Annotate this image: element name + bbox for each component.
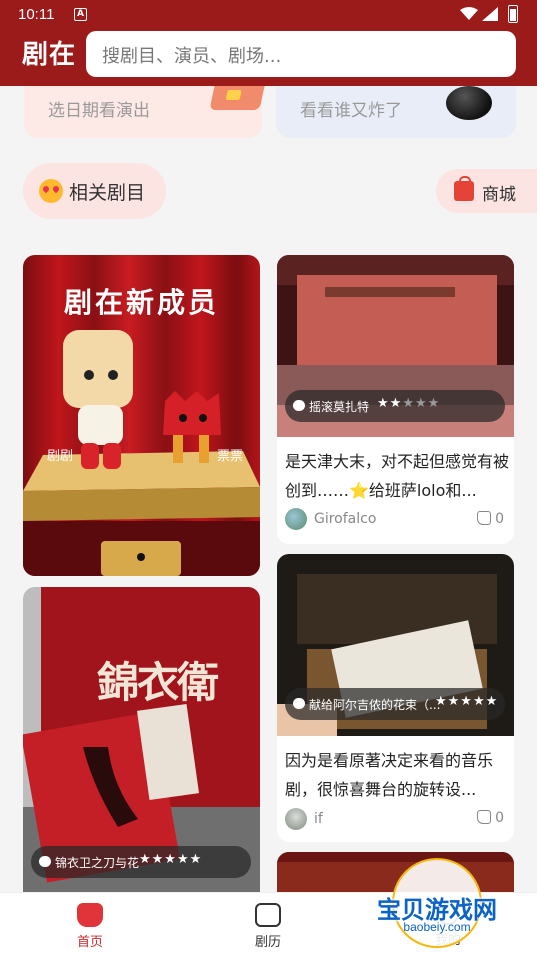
tab-related-shows[interactable]: 相关剧目 (23, 163, 166, 219)
thumbs-up-icon (477, 810, 492, 824)
avatar (285, 808, 307, 830)
comment-bubble-icon (293, 400, 305, 411)
shop-label: 商城 (482, 185, 516, 205)
status-bar: 10:11 A (0, 0, 537, 30)
nav-label: 剧历 (254, 935, 281, 950)
star-rating-empty: ★★★ (402, 396, 441, 411)
show-tag[interactable]: 献给阿尔吉侬的花束（... ★★★★★ (285, 688, 505, 720)
mascot-label-left: 剧剧 (47, 449, 74, 464)
feed-card-review[interactable]: 献给阿尔吉侬的花束（... ★★★★★ 因为是看原著决定来看的音乐剧，很惊喜舞台… (277, 554, 514, 842)
wifi-icon (460, 7, 478, 20)
quick-entry-trending[interactable]: 看看谁又炸了 (276, 86, 516, 138)
battery-icon (508, 5, 518, 23)
like-count: 0 (495, 810, 504, 826)
comment-bubble-icon (293, 698, 305, 709)
calendar-icon (255, 903, 281, 927)
author[interactable]: Girofalco (285, 508, 445, 532)
banner-title: 剧在新成员 (63, 286, 219, 319)
signal-icon (482, 7, 498, 21)
app-header: 10:11 A 剧在 搜剧目、演员、剧场... (0, 0, 537, 86)
carousel-dot (137, 553, 145, 561)
bomb-icon (446, 86, 492, 120)
author-name: if (314, 811, 323, 827)
author-name: Girofalco (314, 511, 377, 527)
star-rating: ★★★★★ (139, 852, 203, 867)
quick-entry-label: 选日期看演出 (48, 101, 150, 121)
like-count: 0 (495, 511, 504, 527)
quick-entry-label: 看看谁又炸了 (300, 101, 402, 121)
status-time: 10:11 (18, 6, 55, 23)
shop-button[interactable]: 商城 (436, 169, 537, 213)
search-input[interactable]: 搜剧目、演员、剧场... (86, 31, 516, 77)
shopping-bag-icon (454, 176, 474, 201)
tab-label: 相关剧目 (69, 182, 146, 204)
show-tag[interactable]: 锦衣卫之刀与花 ★★★★★ (31, 846, 251, 878)
author[interactable]: if (285, 808, 445, 832)
show-tag-title: 锦衣卫之刀与花 (55, 856, 140, 870)
calendar-ticket-icon (209, 86, 265, 110)
feed-card-banner[interactable]: 剧在新成员 剧剧 票票 (23, 255, 260, 576)
like-button[interactable]: 0 (477, 511, 504, 527)
star-rating-filled: ★★ (377, 396, 403, 411)
poster-title-text: 錦衣衛 (97, 658, 219, 707)
watermark-url: baobeiy.com (403, 920, 471, 934)
nav-history[interactable]: 剧历 (228, 903, 308, 950)
watermark: 宝贝游戏网 baobeiy.com (362, 858, 512, 948)
mascot-label-right: 票票 (217, 449, 244, 464)
notification-icon: A (74, 8, 87, 21)
show-tag[interactable]: 摇滚莫扎特 ★★★★★ (285, 390, 505, 422)
home-icon (77, 903, 103, 927)
thumbs-up-icon (477, 511, 492, 525)
star-rating: ★★★★★ (377, 396, 440, 411)
quick-entry-calendar[interactable]: 选日期看演出 (24, 86, 265, 138)
feed-card-review[interactable]: 摇滚莫扎特 ★★★★★ 是天津大末，对不起但感觉有被创到……⭐给班萨lolo和.… (277, 255, 514, 544)
search-placeholder: 搜剧目、演员、剧场... (102, 46, 282, 67)
avatar (285, 508, 307, 530)
nav-home[interactable]: 首页 (50, 903, 130, 950)
comment-bubble-icon (39, 856, 51, 867)
like-button[interactable]: 0 (477, 810, 504, 826)
nav-label: 首页 (76, 935, 103, 950)
show-tag-title: 摇滚莫扎特 (309, 400, 370, 414)
app-logo[interactable]: 剧在 (22, 34, 76, 71)
feed-card-review[interactable]: 錦衣衛 锦衣卫之刀与花 ★★★★★ (23, 587, 260, 892)
review-text: 因为是看原著决定来看的音乐剧，很惊喜舞台的旋转设... (285, 751, 494, 799)
heart-eyes-icon (39, 179, 63, 203)
review-text: 是天津大末，对不起但感觉有被创到……⭐给班萨lolo和... (285, 452, 510, 500)
star-rating: ★★★★★ (435, 694, 499, 709)
show-tag-title: 献给阿尔吉侬的花束（... (309, 698, 441, 712)
